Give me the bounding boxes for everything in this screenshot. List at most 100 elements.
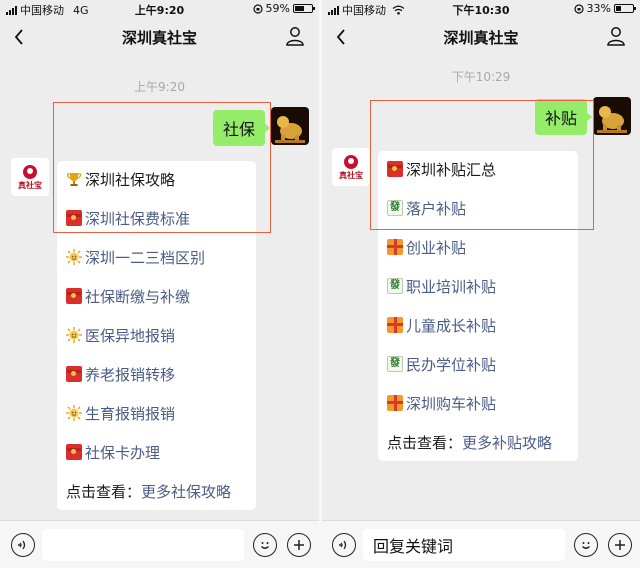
input-bar: 回复关键词	[322, 520, 640, 568]
more-button[interactable]	[608, 533, 632, 557]
menu-item-label: 创业补贴	[406, 238, 467, 257]
message-timestamp: 下午10:29	[451, 70, 511, 84]
more-guides-link[interactable]: 更多社保攻略	[141, 481, 231, 502]
footer-prefix: 点击查看：	[387, 433, 463, 452]
menu-item-label: 职业培训补贴	[406, 277, 497, 296]
network-type: 4G	[73, 3, 89, 17]
nav-bar: 深圳真社宝	[0, 18, 319, 56]
menu-item-tier-difference[interactable]: 深圳一二三档区别	[66, 245, 205, 269]
menu-item-label: 养老报销转移	[85, 365, 176, 384]
footer-prefix: 点击查看：	[66, 482, 142, 501]
bot-logo-text: 真社宝	[18, 180, 42, 190]
voice-icon	[339, 540, 347, 550]
menu-item-school-subsidy[interactable]: 發 民办学位补贴	[387, 352, 496, 376]
menu-item-label: 生育报销报销	[85, 404, 176, 423]
emoji-button[interactable]	[574, 533, 598, 557]
carrier-name: 中国移动	[20, 4, 64, 17]
status-time: 下午10:30	[452, 4, 510, 17]
profile-button[interactable]	[606, 26, 626, 46]
signal-icon	[6, 5, 17, 15]
profile-button[interactable]	[285, 26, 305, 46]
red-envelope-icon	[66, 288, 82, 304]
battery-status: 33%	[573, 2, 636, 15]
menu-item-child-subsidy[interactable]: 儿童成长补贴	[387, 313, 496, 337]
menu-item-maternity[interactable]: 生育报销报销	[66, 401, 175, 425]
battery-icon	[293, 4, 315, 13]
chevron-left-icon	[336, 29, 345, 45]
menu-footer: 点击查看： 更多补贴攻略	[387, 430, 552, 454]
menu-item-startup-subsidy[interactable]: 创业补贴	[387, 235, 466, 259]
menu-item-label: 医保异地报销	[85, 326, 176, 345]
message-input[interactable]: 回复关键词	[363, 529, 565, 561]
more-button[interactable]	[287, 533, 311, 557]
person-icon	[607, 27, 625, 46]
smiley-icon	[582, 542, 590, 549]
nav-bar: 深圳真社宝	[322, 18, 640, 56]
wifi-icon	[392, 5, 405, 15]
emoji-button[interactable]	[253, 533, 277, 557]
battery-percent: 59%	[265, 2, 290, 15]
gift-icon	[387, 317, 403, 333]
back-button[interactable]	[334, 28, 348, 46]
gift-icon	[387, 239, 403, 255]
message-input-text: 回复关键词	[373, 537, 454, 556]
menu-item-medical-offsite[interactable]: 医保异地报销	[66, 323, 175, 347]
smiley-icon	[261, 542, 269, 549]
chevron-left-icon	[14, 29, 23, 45]
signal-icon	[328, 5, 339, 15]
battery-status: 59%	[252, 2, 315, 15]
sun-icon	[66, 249, 82, 265]
battery-icon	[614, 4, 636, 13]
carrier: 中国移动	[328, 2, 405, 18]
carrier: 中国移动 4G	[6, 2, 89, 18]
chat-title: 深圳真社宝	[443, 28, 519, 47]
golden-dog-avatar-icon	[593, 97, 631, 135]
person-icon	[286, 27, 304, 46]
bot-logo-icon	[344, 154, 358, 169]
menu-item-car-subsidy[interactable]: 深圳购车补贴	[387, 391, 496, 415]
menu-item-pension-transfer[interactable]: 养老报销转移	[66, 362, 175, 386]
highlight-box	[370, 100, 594, 230]
plus-icon	[294, 540, 304, 550]
orientation-lock-icon	[252, 3, 263, 14]
sun-icon	[66, 327, 82, 343]
more-subsidies-link[interactable]: 更多补贴攻略	[462, 432, 552, 453]
highlight-box	[53, 102, 271, 233]
plus-icon	[615, 540, 625, 550]
status-time: 上午9:20	[134, 4, 185, 17]
mahjong-tile-icon: 發	[387, 356, 403, 372]
right-screenshot: 中国移动 下午10:30 33% 深圳真社宝 下午10:29 补贴 真社宝 深圳…	[322, 0, 640, 568]
carrier-name: 中国移动	[342, 4, 386, 17]
menu-item-social-card[interactable]: 社保卡办理	[66, 440, 160, 464]
self-avatar[interactable]	[593, 97, 631, 135]
menu-footer: 点击查看： 更多社保攻略	[66, 479, 231, 503]
voice-icon	[18, 540, 26, 550]
bot-avatar[interactable]: 真社宝	[11, 158, 49, 196]
menu-item-arrears[interactable]: 社保断缴与补缴	[66, 284, 190, 308]
bot-avatar[interactable]: 真社宝	[332, 148, 370, 186]
golden-dog-avatar-icon	[271, 107, 309, 145]
menu-item-label: 社保断缴与补缴	[85, 287, 191, 306]
bot-logo-icon	[23, 164, 37, 179]
menu-item-label: 深圳一二三档区别	[85, 248, 206, 267]
menu-item-label: 深圳购车补贴	[406, 394, 497, 413]
back-button[interactable]	[12, 28, 26, 46]
status-bar: 中国移动 4G 上午9:20 59%	[0, 0, 319, 18]
self-avatar[interactable]	[271, 107, 309, 145]
message-input[interactable]	[42, 529, 244, 561]
menu-item-training-subsidy[interactable]: 發 职业培训补贴	[387, 274, 496, 298]
mahjong-tile-icon: 發	[387, 278, 403, 294]
chat-title: 深圳真社宝	[121, 28, 197, 47]
voice-button[interactable]	[11, 533, 35, 557]
bot-logo-text: 真社宝	[339, 170, 363, 180]
battery-percent: 33%	[586, 2, 611, 15]
status-bar: 中国移动 下午10:30 33%	[322, 0, 640, 18]
input-bar	[0, 520, 319, 568]
menu-item-label: 儿童成长补贴	[406, 316, 497, 335]
red-envelope-icon	[66, 444, 82, 460]
sun-icon	[66, 405, 82, 421]
menu-item-label: 民办学位补贴	[406, 355, 497, 374]
red-envelope-icon	[66, 366, 82, 382]
voice-button[interactable]	[332, 533, 356, 557]
message-timestamp: 上午9:20	[134, 80, 185, 94]
